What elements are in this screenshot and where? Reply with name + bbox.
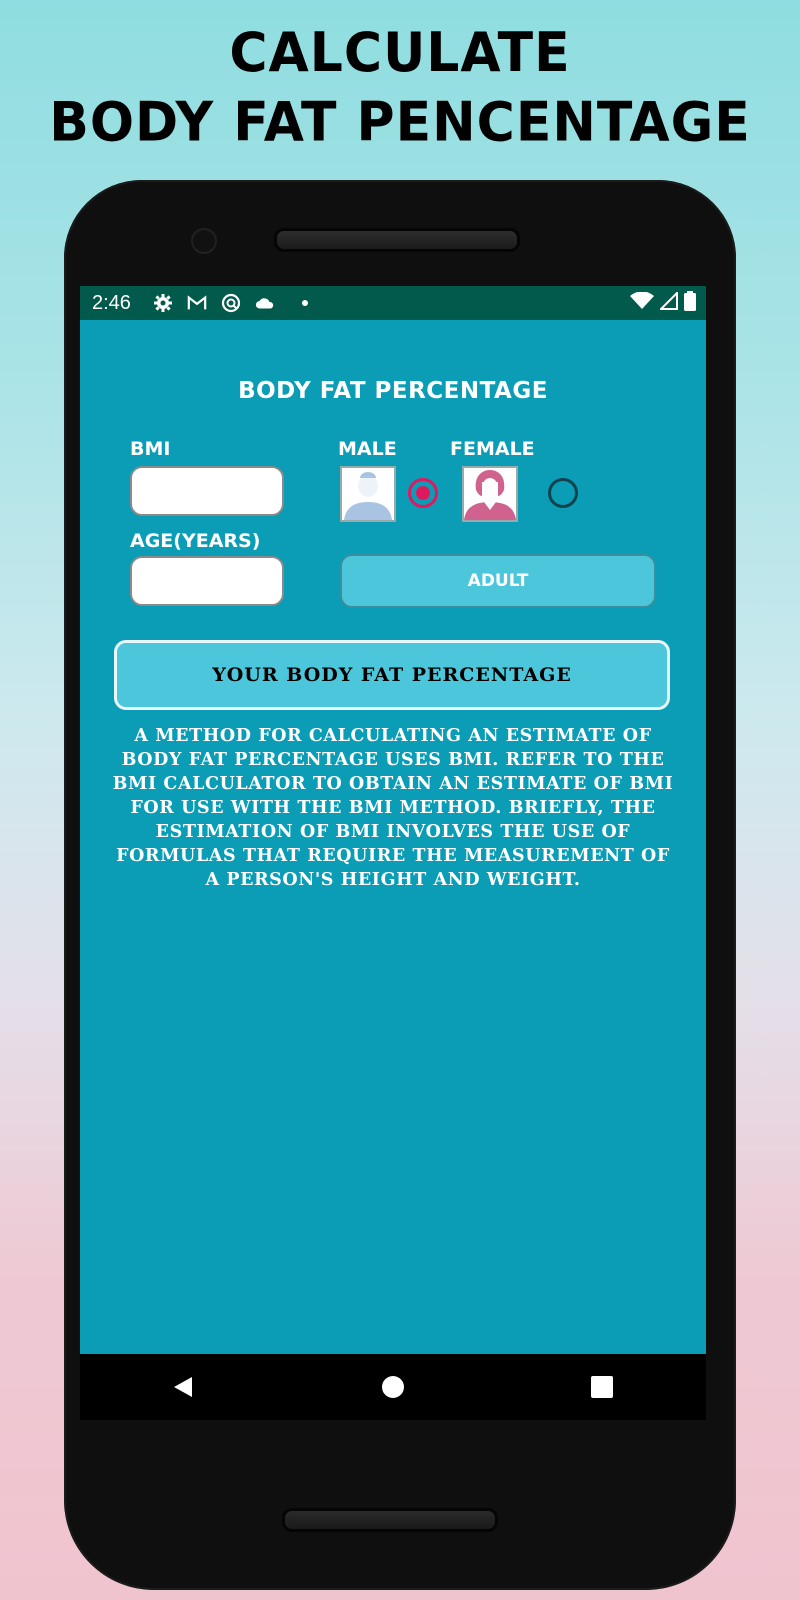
top-speaker — [274, 228, 520, 252]
male-label: Male — [338, 438, 397, 460]
adult-button[interactable]: Adult — [340, 554, 656, 608]
navigation-bar — [80, 1354, 706, 1420]
home-icon[interactable] — [373, 1367, 413, 1407]
front-camera — [191, 228, 217, 254]
description-text: A method for calculating an estimate of … — [112, 726, 674, 890]
gmail-icon — [187, 293, 207, 313]
female-label: Female — [450, 438, 535, 460]
dot-icon — [295, 293, 315, 313]
recents-icon[interactable] — [582, 1367, 622, 1407]
app-heading: Body Fat Percentage — [238, 378, 548, 404]
male-radio[interactable] — [408, 478, 438, 508]
age-label: Age(Years) — [130, 530, 261, 552]
battery-icon — [684, 290, 696, 316]
phone-frame: 2:46 Body Fat Percentage BMI — [64, 180, 736, 1590]
status-time: 2:46 — [92, 291, 131, 314]
result-button[interactable]: Your Body Fat Percentage — [114, 640, 670, 710]
signal-icon — [658, 290, 678, 315]
cloud-icon — [255, 293, 275, 313]
bmi-label: BMI — [130, 438, 171, 460]
promo-title-line1: Calculate — [229, 21, 571, 85]
male-avatar — [340, 466, 396, 522]
female-avatar — [462, 466, 518, 522]
promo-title: Calculate Body Fat Pencentage — [0, 19, 800, 158]
status-right-icons — [630, 290, 696, 316]
female-radio[interactable] — [548, 478, 578, 508]
bottom-speaker — [282, 1508, 498, 1532]
age-input[interactable] — [130, 556, 284, 606]
wifi-icon — [630, 290, 654, 315]
at-sign-icon — [221, 293, 241, 313]
app-screen: 2:46 Body Fat Percentage BMI — [80, 286, 706, 1420]
gear-icon — [153, 293, 173, 313]
back-icon[interactable] — [164, 1367, 204, 1407]
bmi-input[interactable] — [130, 466, 284, 516]
status-bar: 2:46 — [80, 286, 706, 320]
promo-title-line2: Body Fat Pencentage — [49, 91, 751, 155]
